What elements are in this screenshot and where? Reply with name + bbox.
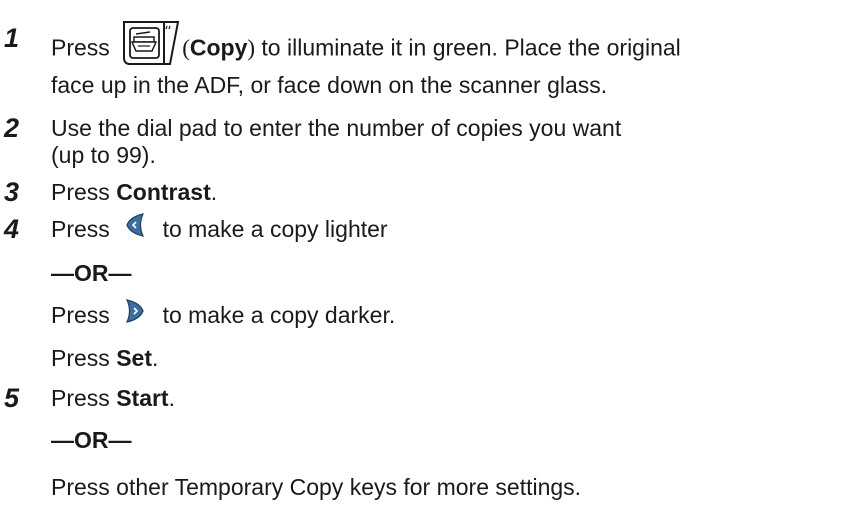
step-4-text-b: to make a copy lighter (162, 216, 388, 242)
set-key-label: Set (116, 345, 152, 371)
step-4-line-4: Press Set. (51, 343, 158, 373)
step-3-text: Press (51, 179, 117, 205)
step-5-line-3: Press other Temporary Copy keys for more… (51, 474, 582, 500)
step-5-text: Press (51, 385, 117, 411)
step-4-text-d: to make a copy darker. (162, 302, 396, 328)
or-separator: —OR— (51, 427, 132, 453)
step-4-line-1: Press to make a copy lighter (51, 212, 388, 247)
copy-key-label: Copy (189, 34, 248, 61)
step-5-period: . (168, 385, 175, 411)
step-number: 5 (4, 383, 20, 413)
step-1-text-a: Press (51, 34, 110, 61)
step-5-line-1: Press Start. (51, 383, 175, 413)
right-arrow-key-icon (124, 298, 146, 331)
step-4-text-e: Press (51, 345, 117, 371)
step-3-line-1: Press Contrast. (51, 177, 217, 207)
step-1-line-2: face up in the ADF, or face down on the … (51, 72, 608, 98)
step-4-line-3: Press to make a copy darker. (51, 298, 396, 333)
step-number: 4 (4, 214, 20, 244)
step-number: 3 (4, 177, 20, 207)
step-1-line-1: Press (Copy) to illuminate it in green. … (51, 20, 681, 76)
step-number: 1 (4, 23, 20, 53)
step-4-text-a: Press (51, 216, 110, 242)
step-3-period: . (210, 179, 218, 205)
step-2-line-1: Use the dial pad to enter the number of … (51, 115, 622, 141)
step-4-period: . (151, 345, 159, 371)
copy-key-icon (120, 20, 180, 73)
copy-key-paren-close: ) (247, 35, 256, 61)
step-number: 2 (4, 113, 20, 143)
contrast-key-label: Contrast (116, 179, 211, 205)
step-2-line-2: (up to 99). (51, 142, 156, 168)
copy-key-paren-open: ( (182, 35, 190, 61)
left-arrow-key-icon (124, 212, 146, 245)
start-key-label: Start (116, 385, 169, 411)
step-4-text-c: Press (51, 302, 110, 328)
or-separator: —OR— (51, 260, 132, 286)
step-1-text-b: to illuminate it in green. Place the ori… (255, 34, 681, 61)
instruction-page: 1 Press (Copy) to illuminate it in green… (0, 0, 868, 517)
